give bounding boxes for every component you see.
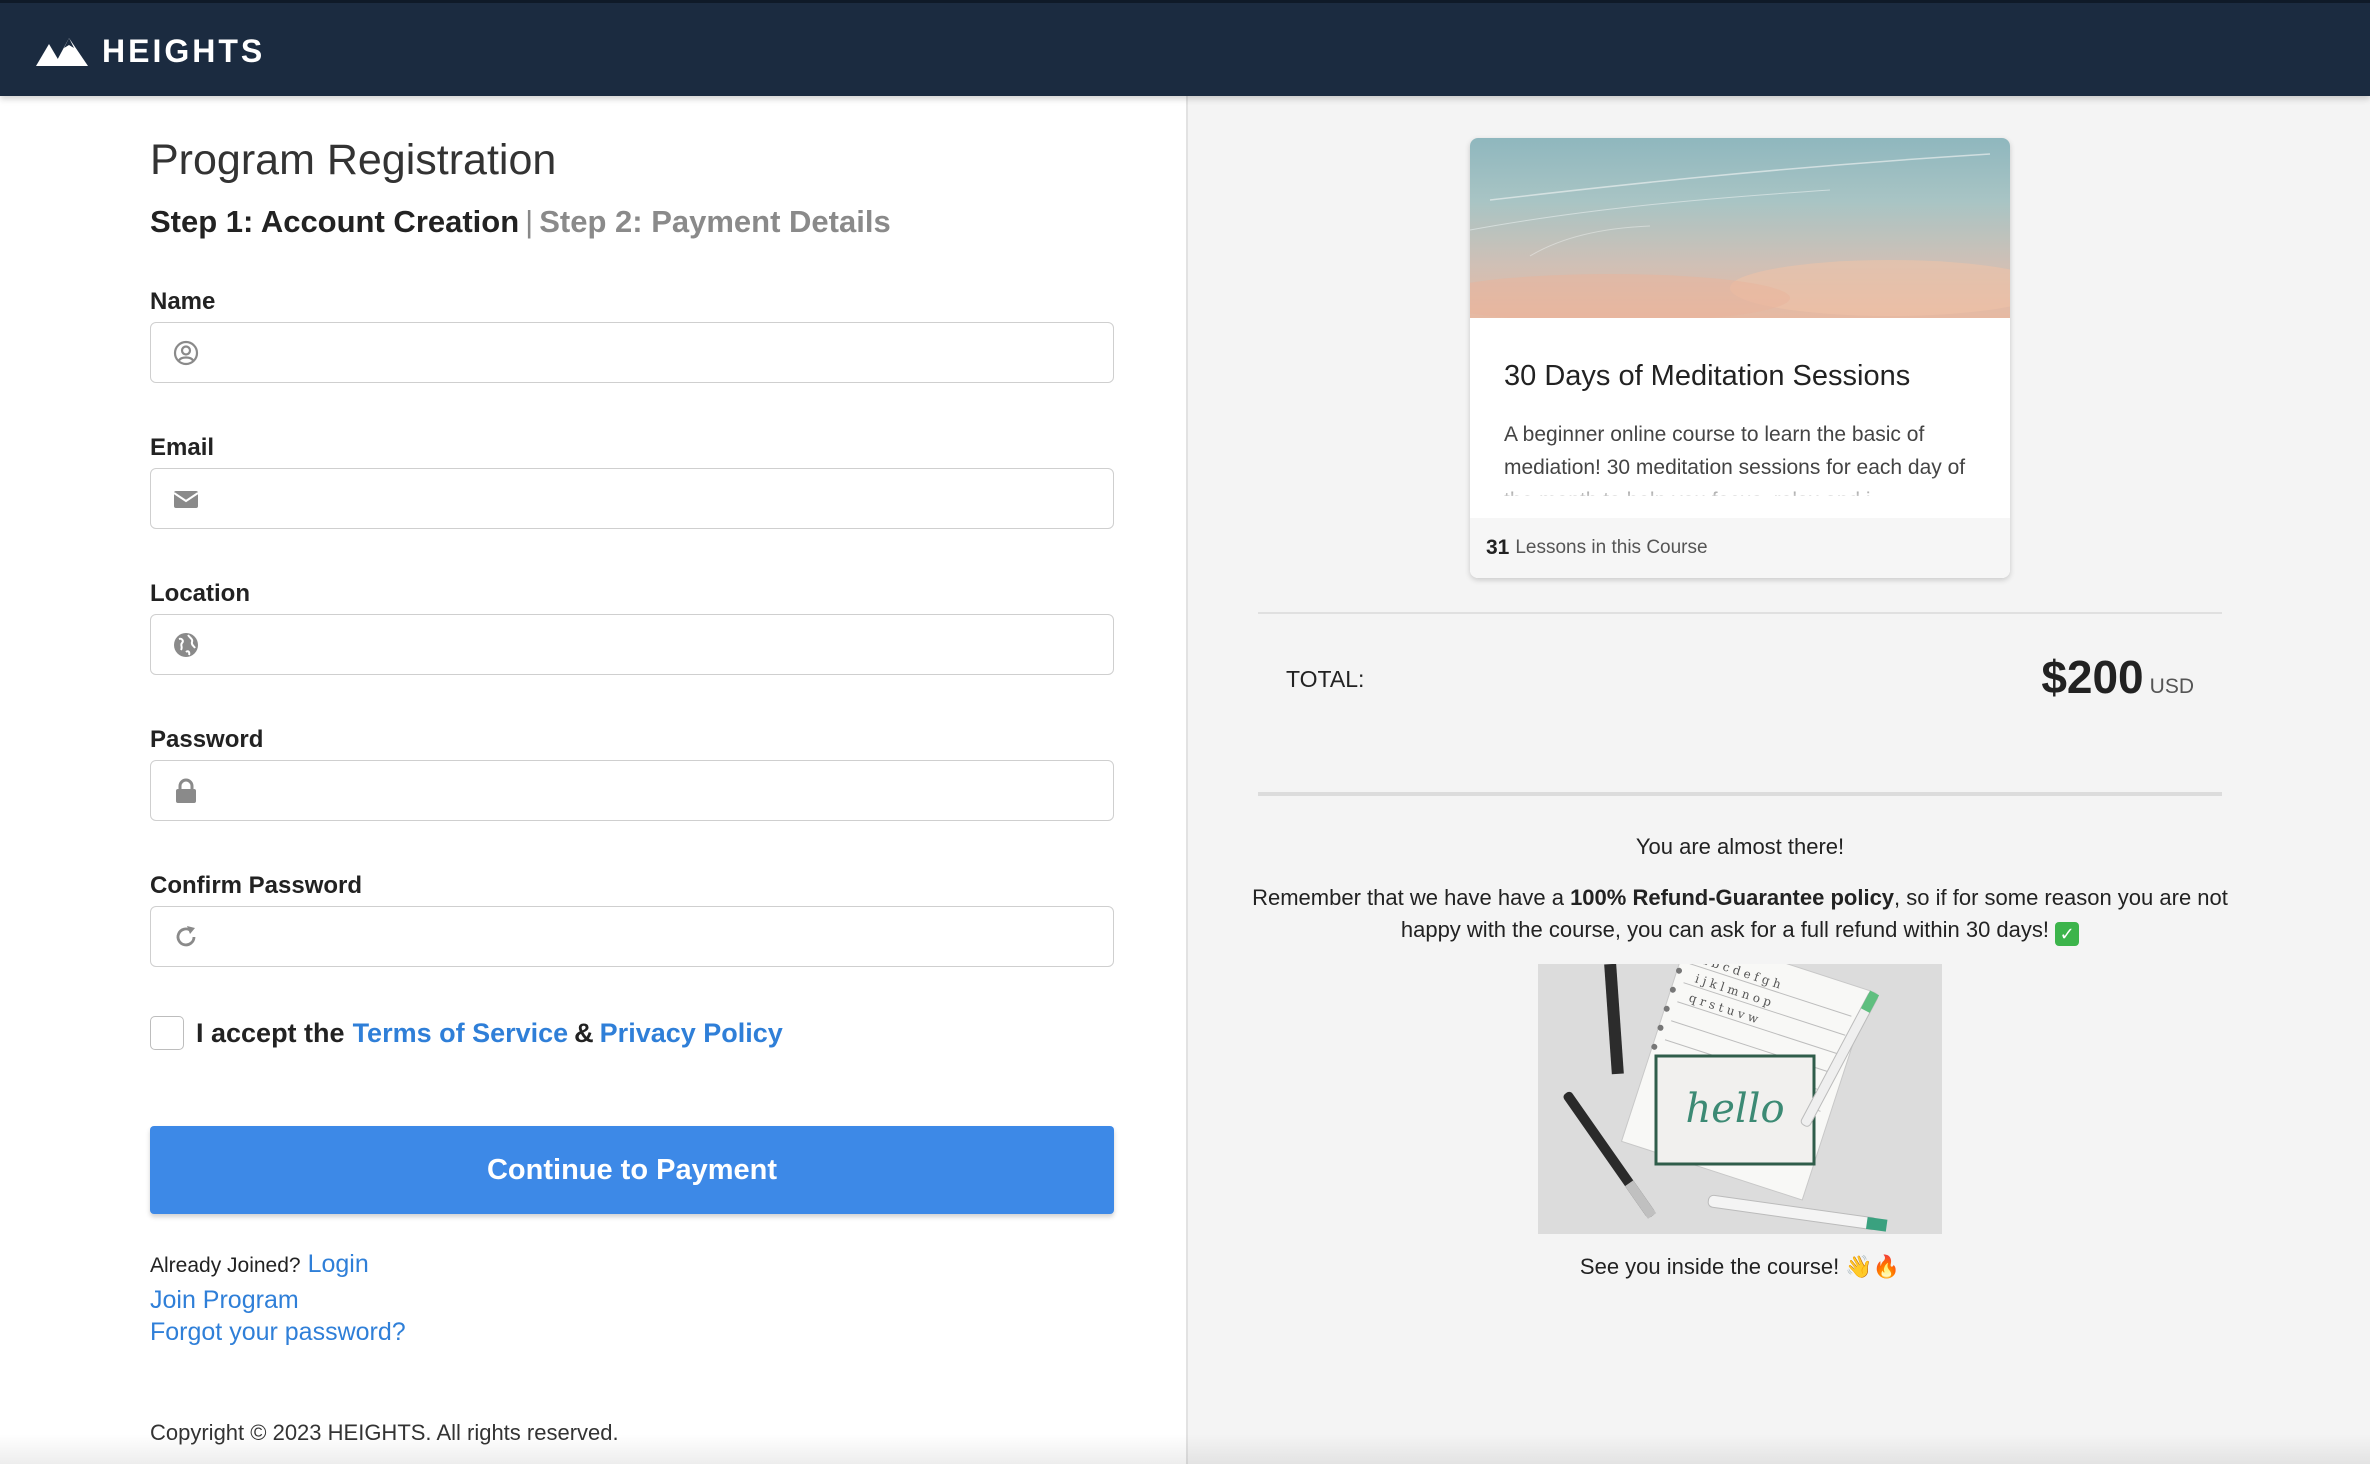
check-mark-emoji: ✓ xyxy=(2055,922,2080,946)
name-field[interactable] xyxy=(150,322,1114,383)
course-title: 30 Days of Meditation Sessions xyxy=(1504,360,1911,392)
registration-panel: Program Registration Step 1: Account Cre… xyxy=(0,96,1186,1464)
email-label: Email xyxy=(150,434,215,461)
email-field-group: Email xyxy=(150,434,1114,529)
top-navbar: HEIGHTS xyxy=(0,0,2370,96)
email-field[interactable] xyxy=(150,468,1114,529)
globe-icon xyxy=(174,633,198,657)
already-joined-text: Already Joined? xyxy=(150,1254,301,1277)
name-label: Name xyxy=(150,288,216,315)
total-label: TOTAL: xyxy=(1286,666,1365,692)
lock-icon xyxy=(176,778,196,803)
description-fade xyxy=(1470,474,2010,504)
terms-row: I accept the Terms of Service & Privacy … xyxy=(150,1016,783,1050)
terms-checkbox[interactable] xyxy=(150,1016,184,1050)
refresh-icon xyxy=(176,926,196,947)
brand[interactable]: HEIGHTS xyxy=(36,33,265,70)
see-you-text: See you inside the course! 👋🔥 xyxy=(1579,1254,1901,1279)
mountains-icon xyxy=(36,37,88,66)
location-field[interactable] xyxy=(150,614,1114,675)
already-joined-row: Already Joined? Login xyxy=(150,1250,369,1279)
refund-policy-bold: 100% Refund-Guarantee policy xyxy=(1570,885,1895,910)
location-label: Location xyxy=(150,580,250,607)
name-field-group: Name xyxy=(150,288,1114,383)
price-amount: $200 xyxy=(2041,651,2144,703)
divider-thick xyxy=(1258,792,2222,796)
location-field-group: Location xyxy=(150,580,1114,675)
refund-prefix: Remember that we have have a xyxy=(1252,885,1571,910)
location-input[interactable] xyxy=(151,615,1113,674)
hello-card-image: a b c d e f g h i j k l m n o p q r s t … xyxy=(1538,964,1942,1234)
email-input[interactable] xyxy=(151,469,1113,528)
almost-there-text: You are almost there! xyxy=(1635,834,1845,859)
confirm-password-field[interactable] xyxy=(150,906,1114,967)
lesson-count: 31 xyxy=(1486,536,1510,559)
total-amount: $200 USD xyxy=(2041,650,2194,704)
course-card[interactable]: 30 Days of Meditation Sessions A beginne… xyxy=(1470,138,2010,578)
divider xyxy=(1258,612,2222,614)
password-field-group: Password xyxy=(150,726,1114,821)
course-cover-image xyxy=(1470,138,2010,318)
join-program-row: Join Program xyxy=(150,1286,299,1315)
join-program-link[interactable]: Join Program xyxy=(150,1286,299,1314)
confirm-password-field-group: Confirm Password xyxy=(150,872,1114,967)
password-input[interactable] xyxy=(151,761,1113,820)
copyright: Copyright © 2023 HEIGHTS. All rights res… xyxy=(150,1420,619,1445)
confirm-password-label: Confirm Password xyxy=(150,872,363,899)
envelope-icon xyxy=(173,491,199,508)
terms-prefix: I accept the xyxy=(196,1017,345,1048)
login-link[interactable]: Login xyxy=(308,1250,369,1278)
step-indicator: Step 1: Account Creation | Step 2: Payment… xyxy=(150,204,891,240)
page-title: Program Registration xyxy=(150,136,557,184)
name-input[interactable] xyxy=(151,323,1113,382)
step-active: Step 1: Account Creation xyxy=(150,204,520,239)
course-footer: 31 Lessons in this Course xyxy=(1470,518,2010,578)
continue-to-payment-button[interactable]: Continue to Payment xyxy=(150,1126,1114,1214)
confirm-password-input[interactable] xyxy=(151,907,1113,966)
lesson-label: Lessons in this Course xyxy=(1515,537,1708,558)
order-summary-panel: 30 Days of Meditation Sessions A beginne… xyxy=(1186,96,2370,1464)
user-circle-icon xyxy=(173,340,199,366)
password-label: Password xyxy=(150,726,264,753)
step-inactive: Step 2: Payment Details xyxy=(539,204,891,239)
step-separator: | xyxy=(525,204,534,239)
terms-of-service-link[interactable]: Terms of Service xyxy=(353,1018,569,1049)
refund-policy-text: Remember that we have have a 100% Refund… xyxy=(1248,882,2232,946)
hello-text: hello xyxy=(1685,1086,1784,1132)
terms-ampersand: & xyxy=(574,1017,594,1048)
price-currency: USD xyxy=(2149,675,2194,698)
forgot-password-row: Forgot your password? xyxy=(150,1318,406,1347)
brand-name: HEIGHTS xyxy=(102,33,266,69)
forgot-password-link[interactable]: Forgot your password? xyxy=(150,1318,406,1346)
password-field[interactable] xyxy=(150,760,1114,821)
privacy-policy-link[interactable]: Privacy Policy xyxy=(600,1018,783,1049)
